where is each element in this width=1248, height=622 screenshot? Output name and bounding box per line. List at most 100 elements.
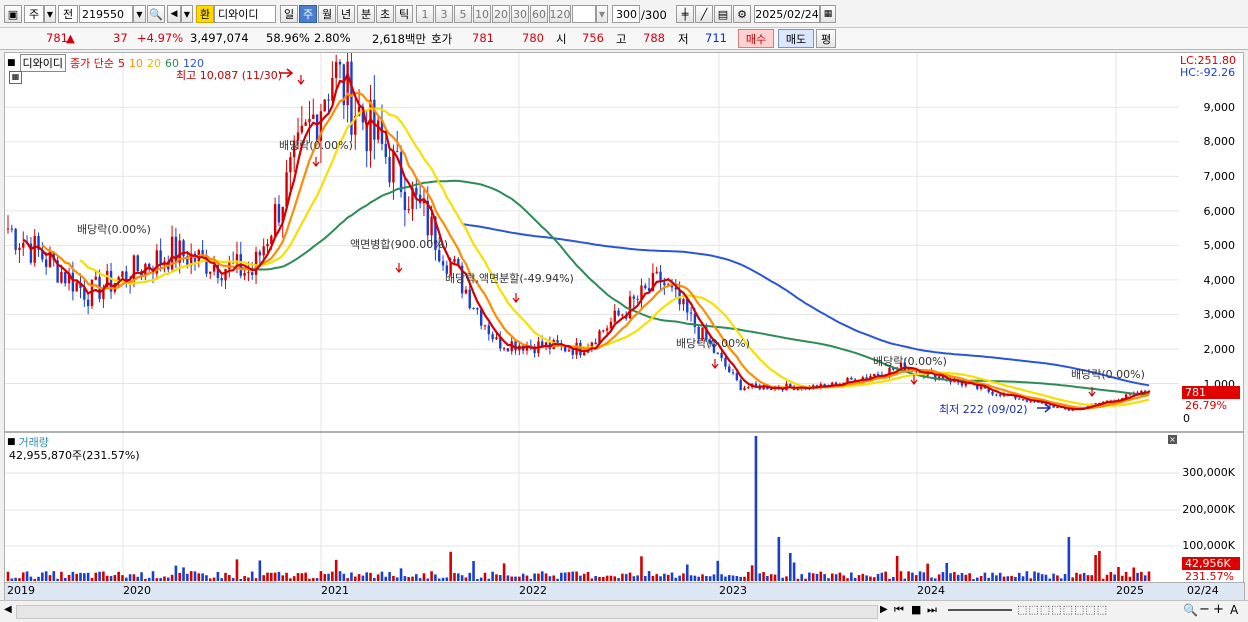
volume-bar — [636, 575, 639, 581]
fast-forward-icon[interactable]: ⏭ — [927, 603, 937, 617]
period-year[interactable]: 년 — [337, 5, 355, 23]
period-tick[interactable]: 틱 — [395, 5, 413, 23]
prev-label[interactable]: 전 — [58, 5, 78, 23]
market-dropdown-icon[interactable]: ▼ — [44, 5, 56, 23]
count-input[interactable]: 300 — [612, 5, 640, 23]
calendar-icon[interactable]: ▦ — [820, 5, 836, 23]
interval-60[interactable]: 60 — [530, 5, 548, 23]
grid-toggle-icon[interactable]: ▦ — [9, 71, 22, 84]
volume-bar — [624, 574, 628, 581]
volume-bar — [888, 578, 891, 581]
interval-10[interactable]: 10 — [473, 5, 491, 23]
magnify-icon[interactable]: 🔍 — [1183, 603, 1198, 617]
interval-20[interactable]: 20 — [492, 5, 510, 23]
line-type-icon[interactable]: ╱ — [695, 5, 713, 23]
interval-3[interactable]: 3 — [435, 5, 453, 23]
candle-body — [644, 285, 647, 289]
candle-body — [159, 250, 162, 264]
sell-button[interactable]: 매도 — [778, 29, 814, 48]
volume-bar — [186, 573, 189, 581]
period-week[interactable]: 주 — [299, 5, 317, 23]
market-select[interactable]: 주 — [24, 5, 44, 23]
period-day[interactable]: 일 — [280, 5, 298, 23]
buy-button[interactable]: 매수 — [738, 29, 774, 48]
volume-bar — [1037, 572, 1040, 581]
auto-scale-icon[interactable]: A — [1230, 603, 1238, 617]
candle-body — [60, 271, 63, 283]
rewind-icon[interactable]: ⏮ — [894, 603, 904, 617]
volume-bar — [705, 575, 708, 581]
volume-bar — [285, 572, 288, 581]
candle-body — [44, 259, 48, 267]
volume-bar — [384, 576, 388, 581]
zoom-out-icon[interactable]: − — [1199, 602, 1210, 617]
zoom-in-icon[interactable]: + — [1213, 602, 1224, 617]
interval-dropdown-icon[interactable]: ▼ — [596, 5, 608, 23]
volume-pane[interactable]: ■ 거래량 42,955,870주(231.57%) × — [4, 432, 1180, 583]
volume-bar — [289, 578, 292, 581]
stop-icon[interactable]: ■ — [911, 603, 921, 616]
volume-bar — [365, 572, 369, 581]
period-minute[interactable]: 분 — [357, 5, 375, 23]
volume-chart-svg[interactable] — [5, 433, 1179, 582]
volume-bar — [781, 577, 784, 581]
legend-stock-name[interactable]: 디와이디 — [19, 54, 66, 72]
save-icon[interactable]: ▤ — [714, 5, 732, 23]
ma5-line — [22, 71, 1150, 411]
scroll-left-icon[interactable]: ◀ — [4, 604, 12, 615]
draw-tools-icons[interactable]: ⬚⬚⬚⬚⬚⬚⬚⬚ — [1017, 603, 1108, 616]
speaker-icon[interactable]: ◀ — [167, 5, 181, 23]
gear-icon[interactable]: ⚙ — [733, 5, 751, 23]
scroll-right-icon[interactable]: ▶ — [880, 604, 888, 615]
zoom-slider[interactable] — [948, 609, 1012, 611]
code-input[interactable]: 219550 — [79, 5, 133, 23]
candle-body — [998, 394, 1002, 396]
chart-scrollbar[interactable]: ◀ ▶ ⏮ ■ ⏭ ⬚⬚⬚⬚⬚⬚⬚⬚ 🔍 − + A — [0, 600, 1248, 622]
volume-bar — [277, 571, 281, 581]
close-pane-icon[interactable]: × — [1168, 435, 1177, 444]
period-second[interactable]: 초 — [376, 5, 394, 23]
candle-type-icon[interactable]: ╪ — [676, 5, 694, 23]
search-icon[interactable]: 🔍 — [147, 5, 165, 23]
candle-body — [209, 271, 212, 274]
sound-dropdown-icon[interactable]: ▼ — [181, 5, 193, 23]
volume-bar — [254, 578, 258, 581]
volume-bar — [10, 578, 14, 581]
window-icon[interactable]: ▣ — [4, 5, 22, 23]
volume-bar — [872, 577, 876, 581]
volume-bar — [975, 577, 979, 581]
price-chart-svg[interactable] — [5, 53, 1179, 431]
volume-bar — [956, 574, 960, 581]
volume-bar — [41, 572, 44, 581]
quote-bid: 780 — [522, 31, 544, 45]
volume-bar — [25, 571, 29, 581]
volume-bar — [605, 575, 609, 581]
interval-1[interactable]: 1 — [416, 5, 434, 23]
candle-body — [300, 125, 304, 133]
volume-bar — [1014, 576, 1017, 581]
interval-30[interactable]: 30 — [511, 5, 529, 23]
candle-body — [453, 258, 456, 262]
period-month[interactable]: 월 — [318, 5, 336, 23]
code-dropdown-icon[interactable]: ▼ — [133, 5, 146, 23]
scroll-track[interactable] — [16, 605, 878, 619]
annotation-split2: 배당락,액면분할(-49.94%) — [445, 272, 574, 285]
legend-square-icon: ■ — [7, 58, 16, 68]
volume-bar — [37, 576, 40, 581]
quote-vol-ratio: 58.96% — [266, 31, 310, 45]
interval-120[interactable]: 120 — [549, 5, 571, 23]
candle-body — [991, 391, 994, 395]
interval-5[interactable]: 5 — [454, 5, 472, 23]
candle-body — [495, 337, 498, 340]
date-input[interactable]: 2025/02/24 — [754, 5, 820, 23]
candle-body — [617, 310, 620, 316]
eval-button[interactable]: 평 — [816, 29, 836, 48]
volume-bar — [582, 573, 586, 581]
interval-input[interactable] — [572, 5, 596, 23]
candle-body — [605, 328, 609, 331]
volume-bar — [407, 577, 410, 581]
price-chart-pane[interactable]: ■ 디와이디 종가 단순 5 10 20 60 120 ▦ 최고 10,087 … — [4, 52, 1180, 432]
volume-bar — [747, 571, 750, 581]
quote-change: 37 — [113, 31, 128, 45]
candle-body — [716, 352, 719, 354]
